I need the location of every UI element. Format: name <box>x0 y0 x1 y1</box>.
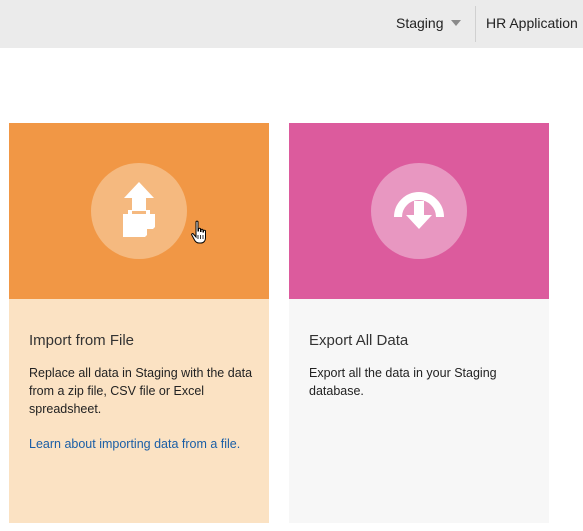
environment-label: Staging <box>396 15 444 31</box>
download-icon <box>371 163 467 259</box>
top-bar: Staging HR Application <box>0 0 583 48</box>
app-name[interactable]: HR Application <box>486 15 578 31</box>
learn-import-link[interactable]: Learn about importing data from a file. <box>29 435 254 453</box>
import-from-file-card[interactable]: Import from File Replace all data in Sta… <box>9 123 269 523</box>
caret-down-icon <box>451 20 461 26</box>
import-card-title: Import from File <box>29 332 135 349</box>
import-card-header <box>9 123 269 299</box>
export-card-title: Export All Data <box>309 332 409 349</box>
export-card-header <box>289 123 549 299</box>
environment-selector[interactable]: Staging <box>385 0 475 48</box>
import-card-description: Replace all data in Staging with the dat… <box>29 366 253 416</box>
export-card-description: Export all the data in your Staging data… <box>309 366 497 398</box>
upload-file-icon <box>91 163 187 259</box>
export-all-data-card[interactable]: Export All Data Export all the data in y… <box>289 123 549 523</box>
header-divider <box>475 6 476 42</box>
